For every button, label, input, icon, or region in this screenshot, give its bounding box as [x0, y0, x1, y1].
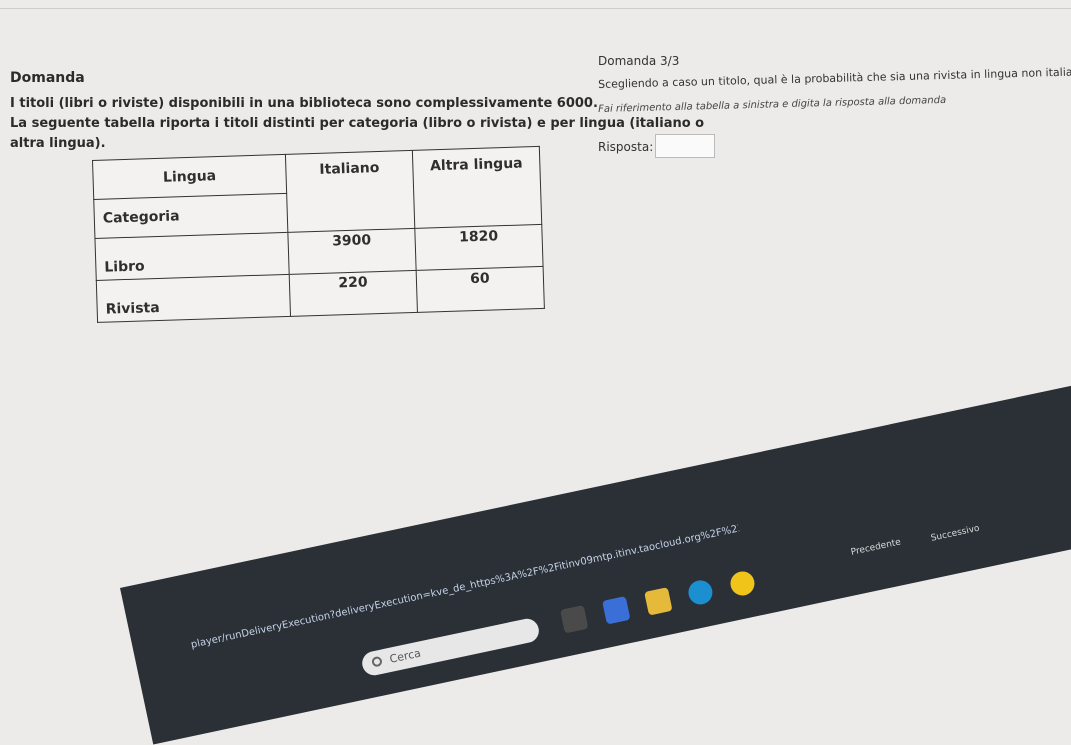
search-placeholder: Cerca — [388, 646, 422, 666]
cell-value: 3900 — [287, 228, 417, 275]
chrome-icon[interactable] — [728, 569, 758, 598]
question-heading: Domanda — [10, 70, 85, 86]
app-icon[interactable] — [560, 605, 589, 634]
folder-icon[interactable] — [644, 587, 673, 616]
question-text: Scegliendo a caso un titolo, qual è la p… — [598, 65, 1071, 91]
intro-line-1: I titoli (libri o riviste) disponibili i… — [10, 96, 598, 111]
row-label: Libro — [94, 232, 290, 281]
answer-label: Risposta: — [598, 140, 654, 154]
question-instruction: Fai riferimento alla tabella a sinistra … — [598, 94, 947, 115]
intro-line-2: La seguente tabella riporta i titoli dis… — [10, 116, 705, 131]
teams-icon[interactable] — [602, 596, 631, 625]
header-categoria: Categoria — [93, 193, 288, 239]
question-counter: Domanda 3/3 — [598, 54, 680, 68]
cell-value: 220 — [289, 270, 418, 317]
taskbar — [120, 359, 1071, 745]
edge-icon[interactable] — [686, 578, 715, 607]
search-icon — [371, 655, 383, 668]
data-table: Lingua Italiano Altra lingua Categoria L… — [92, 146, 545, 323]
header-italiano: Italiano — [285, 150, 415, 233]
row-label: Rivista — [96, 274, 291, 323]
header-altra-lingua: Altra lingua — [412, 146, 542, 229]
answer-input[interactable] — [655, 134, 715, 158]
cell-value: 1820 — [414, 224, 544, 271]
top-divider — [0, 8, 1071, 9]
intro-line-3: altra lingua). — [10, 136, 106, 151]
header-lingua: Lingua — [92, 154, 287, 200]
cell-value: 60 — [416, 266, 545, 313]
